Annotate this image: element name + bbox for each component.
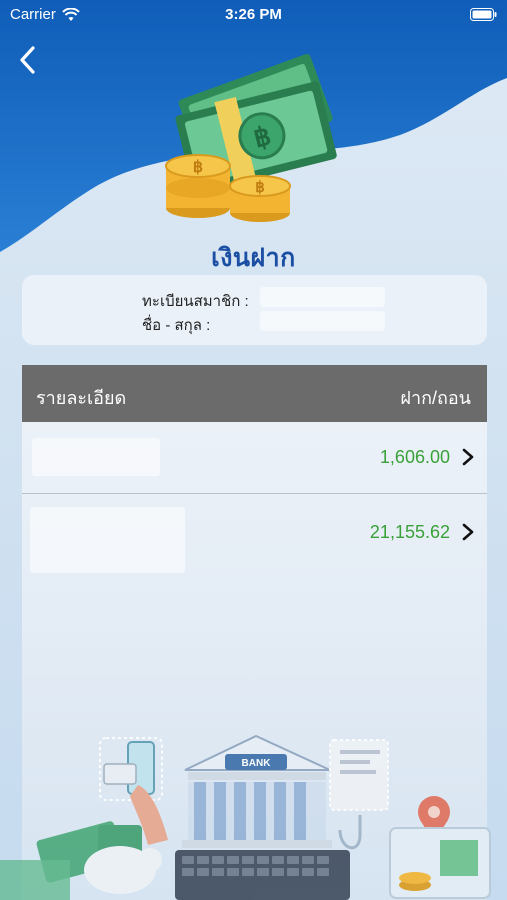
status-time: 3:26 PM [225,6,282,23]
member-info-card: ทะเบียนสมาชิก : ชื่อ - สกุล : [22,275,487,345]
chevron-right-icon[interactable] [461,523,475,541]
row-detail-redacted [30,507,185,573]
row-amount: 21,155.62 [369,522,450,542]
member-id-label: ทะเบียนสมาชิก : [142,293,249,310]
chevron-right-icon[interactable] [461,448,475,466]
column-detail: รายละเอียด [36,388,127,408]
table-header: รายละเอียด ฝาก/ถอน [22,365,487,422]
member-name-label: ชื่อ - สกุล : [142,317,211,334]
money-coins-icon: ฿ ฿ ฿ [165,54,337,222]
table-row[interactable]: 21,155.62 [22,495,487,573]
status-bar: Carrier 3:26 PM [0,0,507,30]
svg-text:฿: ฿ [255,179,265,196]
row-amount: 1,606.00 [379,447,450,467]
member-name-value-redacted [260,311,385,331]
table-row[interactable]: 1,606.00 [22,422,487,494]
row-detail-redacted [32,438,160,476]
svg-text:฿: ฿ [193,159,203,176]
column-deposit-withdraw: ฝาก/ถอน [400,388,471,408]
member-id-value-redacted [260,287,385,307]
bank-sign-text: BANK [242,758,272,769]
battery-icon [470,8,497,21]
back-button[interactable] [14,42,44,78]
bank-illustration: BANK [0,734,491,900]
page-title: เงินฝาก [211,244,296,272]
back-icon [20,46,35,74]
